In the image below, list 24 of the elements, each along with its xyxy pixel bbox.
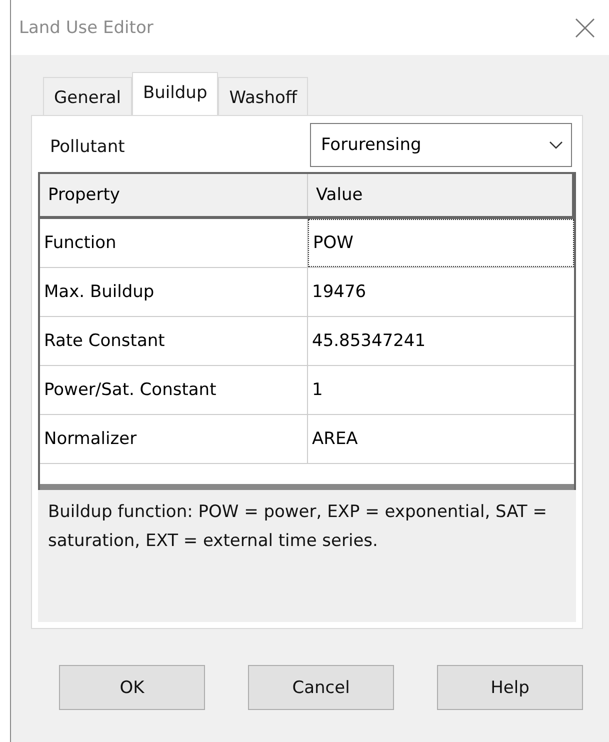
tab[interactable]: General — [43, 77, 132, 115]
dialog-button[interactable]: OK — [59, 665, 205, 710]
value-cell[interactable]: POW — [308, 219, 574, 267]
property-cell: Power/Sat. Constant — [40, 366, 308, 414]
close-icon[interactable] — [575, 18, 595, 38]
description-text: Buildup function: POW = power, EXP = exponential, SAT = saturation, EXT = external time series. — [48, 501, 548, 553]
value-cell[interactable]: 1 — [308, 366, 574, 414]
column-header[interactable]: Value — [308, 174, 572, 216]
tab[interactable]: Buildup — [132, 72, 218, 115]
dialog-button[interactable]: Cancel — [248, 665, 394, 710]
window-title: Land Use Editor — [19, 18, 154, 38]
property-cell: Rate Constant — [40, 317, 308, 365]
value-cell[interactable]: AREA — [308, 415, 574, 463]
pollutant-dropdown[interactable]: Forurensing — [310, 123, 572, 167]
property-cell: Function — [40, 219, 308, 267]
pollutant-label: Pollutant — [49, 137, 125, 157]
column-header[interactable]: Property — [40, 174, 308, 216]
value-cell[interactable]: 45.85347241 — [308, 317, 574, 365]
tab[interactable]: Washoff — [218, 77, 308, 115]
dialog-button[interactable]: Help — [437, 665, 583, 710]
chevron-down-icon — [549, 141, 563, 149]
property-cell: Max. Buildup — [40, 268, 308, 316]
property-cell: Normalizer — [40, 415, 308, 463]
value-cell[interactable]: 19476 — [308, 268, 574, 316]
